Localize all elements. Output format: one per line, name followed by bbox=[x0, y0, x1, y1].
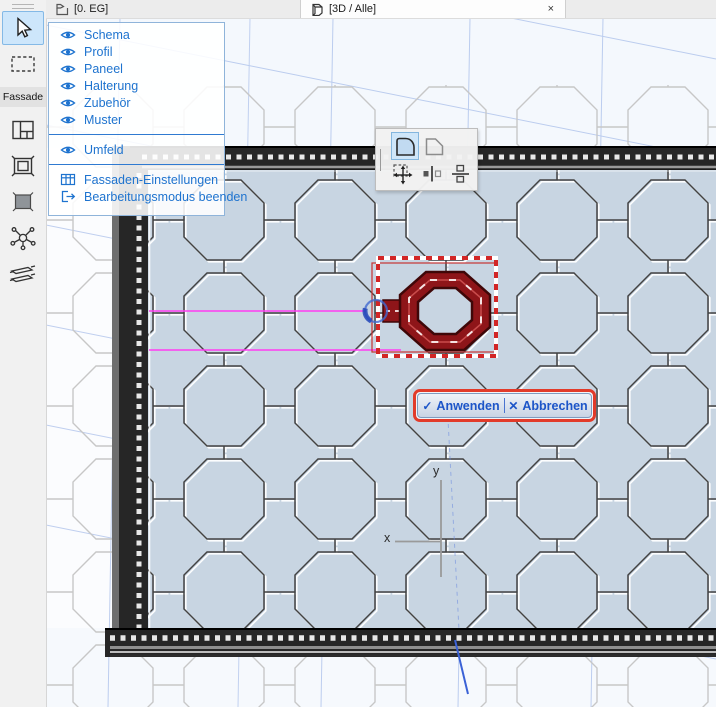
menu-label: Umfeld bbox=[84, 142, 124, 157]
mirror-tool[interactable] bbox=[418, 160, 446, 188]
menu-label: Fassaden-Einstellungen bbox=[84, 172, 219, 187]
cancel-button-label: Abbrechen bbox=[522, 398, 588, 413]
frame-tool[interactable] bbox=[2, 149, 44, 183]
eye-icon bbox=[60, 146, 76, 153]
select-arrow-tool[interactable] bbox=[2, 11, 44, 45]
tab-floorplan[interactable]: [0. EG] bbox=[46, 0, 116, 18]
boundary-outline-icon bbox=[425, 137, 443, 155]
menu-item-profil[interactable]: Profil bbox=[49, 43, 224, 60]
panel-fill-icon bbox=[12, 192, 34, 212]
palette-drag-handle[interactable] bbox=[380, 149, 381, 171]
louvre-stack-icon bbox=[9, 265, 36, 283]
pet-palette bbox=[375, 128, 478, 191]
frame-icon bbox=[11, 155, 35, 177]
menu-label: Paneel bbox=[84, 61, 123, 76]
apply-button-label: Anwenden bbox=[436, 398, 500, 413]
eye-icon bbox=[60, 99, 76, 106]
louvre-stack-tool[interactable] bbox=[2, 257, 44, 291]
toolbox-sidebar: Fassade bbox=[0, 0, 47, 707]
boundary-solid-icon bbox=[395, 137, 415, 156]
move-drag-tool[interactable] bbox=[389, 160, 417, 188]
apply-cancel-pill: ✓ Anwenden ✕ Abbrechen bbox=[417, 393, 592, 418]
tab-3d-view[interactable]: [3D / Alle] × bbox=[300, 0, 566, 18]
menu-label: Schema bbox=[84, 27, 130, 42]
marquee-tool[interactable] bbox=[2, 47, 44, 81]
menu-separator bbox=[49, 134, 224, 135]
eye-icon bbox=[60, 82, 76, 89]
junction-node-tool[interactable] bbox=[2, 221, 44, 255]
distribute-icon bbox=[451, 164, 469, 183]
menu-label: Bearbeitungsmodus beenden bbox=[84, 189, 248, 204]
menu-item-umfeld[interactable]: Umfeld bbox=[49, 141, 224, 158]
distribute-tool[interactable] bbox=[446, 160, 474, 188]
apply-button[interactable]: ✓ Anwenden bbox=[418, 394, 504, 417]
eye-icon bbox=[60, 31, 76, 38]
cancel-button[interactable]: ✕ Abbrechen bbox=[505, 394, 591, 417]
menu-item-exit-edit-mode[interactable]: Bearbeitungsmodus beenden bbox=[49, 188, 247, 205]
menu-item-paneel[interactable]: Paneel bbox=[49, 60, 224, 77]
apply-cancel-bar: ✓ Anwenden ✕ Abbrechen bbox=[413, 389, 596, 422]
cube-3d-icon bbox=[312, 3, 323, 16]
scheme-grid-tool[interactable] bbox=[2, 113, 44, 147]
boundary-solid-tool[interactable] bbox=[391, 132, 419, 160]
axis-y-label: y bbox=[433, 464, 440, 478]
move-drag-icon bbox=[393, 164, 413, 185]
junction-node-icon bbox=[10, 227, 36, 251]
scheme-grid-icon bbox=[12, 120, 34, 140]
mirror-icon bbox=[423, 166, 441, 182]
menu-item-zubehoer[interactable]: Zubehör bbox=[49, 94, 224, 111]
marquee-icon bbox=[11, 56, 35, 72]
menu-separator bbox=[49, 164, 224, 165]
eye-icon bbox=[60, 116, 76, 123]
application-window: y x Fassade [0. EG] [3D / Alle] × Schema… bbox=[0, 0, 716, 707]
panel-fill-tool[interactable] bbox=[2, 185, 44, 219]
eye-icon bbox=[60, 65, 76, 72]
boundary-outline-tool[interactable] bbox=[420, 132, 448, 160]
facade-display-menu: Schema Profil Paneel Halterung Zubehör M… bbox=[48, 22, 247, 216]
exit-door-icon bbox=[61, 190, 76, 203]
check-icon: ✓ bbox=[422, 398, 433, 413]
menu-item-schema[interactable]: Schema bbox=[49, 26, 224, 43]
axis-x-label: x bbox=[384, 531, 391, 545]
settings-table-icon bbox=[60, 173, 76, 186]
arrow-cursor-icon bbox=[17, 16, 33, 38]
story-flag-icon bbox=[56, 3, 69, 15]
menu-label: Halterung bbox=[84, 78, 139, 93]
menu-label: Zubehör bbox=[84, 95, 131, 110]
view-tab-bar: [0. EG] [3D / Alle] × bbox=[46, 0, 716, 19]
toolbox-grip[interactable] bbox=[12, 4, 34, 9]
x-icon: ✕ bbox=[508, 398, 519, 413]
toolbox-group-label: Fassade bbox=[0, 87, 46, 107]
eye-icon bbox=[60, 48, 76, 55]
menu-label: Muster bbox=[84, 112, 123, 127]
menu-item-muster[interactable]: Muster bbox=[49, 111, 224, 128]
tab-3d-label: [3D / Alle] bbox=[329, 3, 377, 15]
menu-label: Profil bbox=[84, 44, 113, 59]
menu-item-fassaden-einstellungen[interactable]: Fassaden-Einstellungen bbox=[49, 171, 224, 188]
menu-item-halterung[interactable]: Halterung bbox=[49, 77, 224, 94]
tab-close-button[interactable]: × bbox=[545, 3, 557, 16]
tab-floorplan-label: [0. EG] bbox=[74, 3, 109, 15]
